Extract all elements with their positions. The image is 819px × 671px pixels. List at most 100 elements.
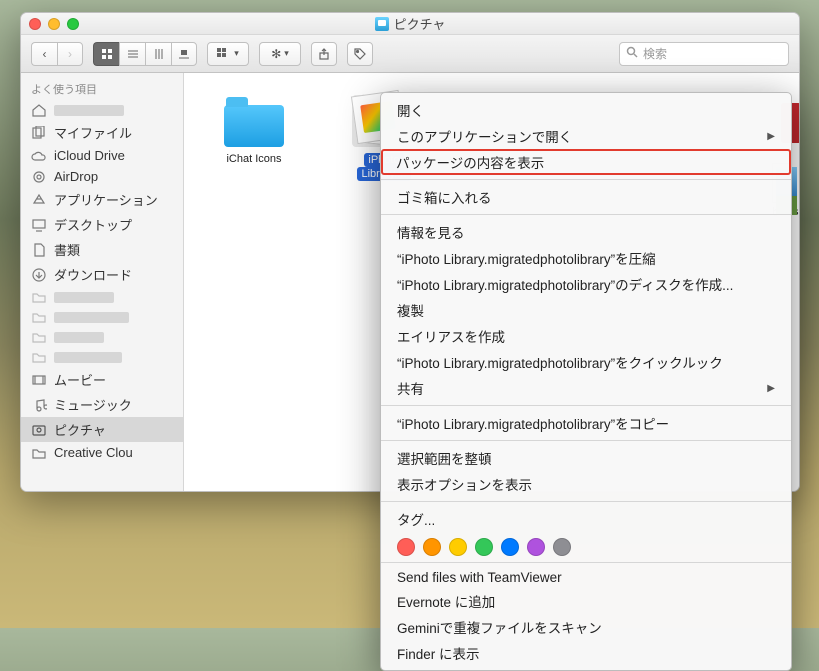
- forward-button[interactable]: ›: [57, 42, 83, 66]
- close-icon[interactable]: [29, 18, 41, 30]
- minimize-icon[interactable]: [48, 18, 60, 30]
- tag-green[interactable]: [475, 538, 493, 556]
- tag-yellow[interactable]: [449, 538, 467, 556]
- sidebar-item-label: Creative Clou: [54, 445, 133, 460]
- search-icon: [626, 46, 638, 61]
- tag-orange[interactable]: [423, 538, 441, 556]
- separator: [381, 405, 791, 406]
- window-title: ピクチャ: [394, 14, 446, 33]
- ctx-copy[interactable]: “iPhoto Library.migratedphotolibrary”をコピ…: [381, 410, 791, 436]
- cloud-icon: [31, 149, 47, 163]
- back-button[interactable]: ‹: [31, 42, 57, 66]
- sidebar-item-label: ムービー: [54, 370, 106, 389]
- ctx-burn-disc[interactable]: “iPhoto Library.migratedphotolibrary”のディ…: [381, 271, 791, 297]
- share-button[interactable]: [311, 42, 337, 66]
- zoom-icon[interactable]: [67, 18, 79, 30]
- picture-icon: [31, 423, 47, 437]
- app-icon: [31, 193, 47, 207]
- airdrop-icon: [31, 170, 47, 184]
- sidebar-item-label: マイファイル: [54, 123, 132, 142]
- tag-purple[interactable]: [527, 538, 545, 556]
- sidebar-item-custom[interactable]: [21, 287, 183, 307]
- ctx-evernote[interactable]: Evernote に追加: [381, 588, 791, 614]
- titlebar[interactable]: ピクチャ: [21, 13, 799, 35]
- download-icon: [31, 268, 47, 282]
- context-menu: 開く このアプリケーションで開く パッケージの内容を表示 ゴミ箱に入れる 情報を…: [380, 92, 792, 671]
- sidebar-item-custom[interactable]: [21, 347, 183, 367]
- sidebar-item-desktop[interactable]: デスクトップ: [21, 212, 183, 237]
- search-placeholder: 検索: [643, 45, 667, 62]
- sidebar-item-label: [54, 105, 124, 116]
- separator: [381, 501, 791, 502]
- sidebar-item-documents[interactable]: 書類: [21, 237, 183, 262]
- sidebar-item-pictures[interactable]: ピクチャ: [21, 417, 183, 442]
- sidebar-favorites-header: よく使う項目: [21, 73, 183, 100]
- sidebar-item-label: ミュージック: [54, 395, 132, 414]
- ctx-get-info[interactable]: 情報を見る: [381, 219, 791, 245]
- sidebar-item-all-files[interactable]: マイファイル: [21, 120, 183, 145]
- movie-icon: [31, 373, 47, 387]
- folder-icon: [222, 95, 286, 147]
- ctx-compress[interactable]: “iPhoto Library.migratedphotolibrary”を圧縮: [381, 245, 791, 271]
- sidebar-item-custom[interactable]: [21, 327, 183, 347]
- sidebar-item-movies[interactable]: ムービー: [21, 367, 183, 392]
- icon-view-button[interactable]: [93, 42, 119, 66]
- sidebar-item-applications[interactable]: アプリケーション: [21, 187, 183, 212]
- folder-icon: [31, 290, 47, 304]
- arrange-button[interactable]: ▾: [207, 42, 249, 66]
- ctx-share[interactable]: 共有: [381, 375, 791, 401]
- doc-icon: [31, 243, 47, 257]
- sidebar-item-music[interactable]: ミュージック: [21, 392, 183, 417]
- ctx-clean-up-selection[interactable]: 選択範囲を整頓: [381, 445, 791, 471]
- ctx-make-alias[interactable]: エイリアスを作成: [381, 323, 791, 349]
- file-ichat-icons[interactable]: iChat Icons: [214, 95, 294, 181]
- home-icon: [31, 103, 47, 117]
- sidebar-item-label: ピクチャ: [54, 420, 106, 439]
- nav-back-forward: ‹ ›: [31, 42, 83, 66]
- ctx-show-view-options[interactable]: 表示オプションを表示: [381, 471, 791, 497]
- ctx-show-package-contents[interactable]: パッケージの内容を表示: [381, 149, 791, 175]
- tags-button[interactable]: [347, 42, 373, 66]
- window-controls: [29, 18, 79, 30]
- ctx-open[interactable]: 開く: [381, 97, 791, 123]
- sidebar-item-home[interactable]: [21, 100, 183, 120]
- sidebar-item-label: ダウンロード: [54, 265, 132, 284]
- sidebar-item-icloud[interactable]: iCloud Drive: [21, 145, 183, 166]
- tag-blue[interactable]: [501, 538, 519, 556]
- sidebar-item-airdrop[interactable]: AirDrop: [21, 166, 183, 187]
- sidebar-item-label: 書類: [54, 240, 80, 259]
- column-view-button[interactable]: [145, 42, 171, 66]
- ctx-teamviewer[interactable]: Send files with TeamViewer: [381, 567, 791, 588]
- separator: [381, 562, 791, 563]
- search-field[interactable]: 検索: [619, 42, 789, 66]
- sidebar-item-label: iCloud Drive: [54, 148, 125, 163]
- folder-proxy-icon[interactable]: [375, 17, 389, 31]
- gear-icon: ✻: [271, 47, 281, 61]
- folder-icon: [31, 310, 47, 324]
- ctx-duplicate[interactable]: 複製: [381, 297, 791, 323]
- toolbar: ‹ › ▾ ✻▾: [21, 35, 799, 73]
- tag-gray[interactable]: [553, 538, 571, 556]
- sidebar-item-label: アプリケーション: [54, 190, 158, 209]
- sidebar-item-label: デスクトップ: [54, 215, 132, 234]
- ctx-tag-colors: [381, 532, 791, 558]
- sidebar-item-custom[interactable]: [21, 307, 183, 327]
- sidebar[interactable]: よく使う項目 マイファイル iCloud Drive AirDrop アプリケー…: [21, 73, 184, 491]
- sidebar-item-downloads[interactable]: ダウンロード: [21, 262, 183, 287]
- list-view-button[interactable]: [119, 42, 145, 66]
- desktop-icon: [31, 218, 47, 232]
- music-icon: [31, 398, 47, 412]
- separator: [381, 440, 791, 441]
- ctx-quick-look[interactable]: “iPhoto Library.migratedphotolibrary”をクイ…: [381, 349, 791, 375]
- folder-icon: [31, 446, 47, 460]
- coverflow-view-button[interactable]: [171, 42, 197, 66]
- ctx-open-with[interactable]: このアプリケーションで開く: [381, 123, 791, 149]
- folder-icon: [31, 330, 47, 344]
- ctx-gemini[interactable]: Geminiで重複ファイルをスキャン: [381, 614, 791, 640]
- sidebar-item-creative-cloud[interactable]: Creative Clou: [21, 442, 183, 463]
- action-button[interactable]: ✻▾: [259, 42, 301, 66]
- tag-red[interactable]: [397, 538, 415, 556]
- ctx-reveal-in-finder[interactable]: Finder に表示: [381, 640, 791, 666]
- ctx-tags-label[interactable]: タグ...: [381, 506, 791, 532]
- ctx-move-to-trash[interactable]: ゴミ箱に入れる: [381, 184, 791, 210]
